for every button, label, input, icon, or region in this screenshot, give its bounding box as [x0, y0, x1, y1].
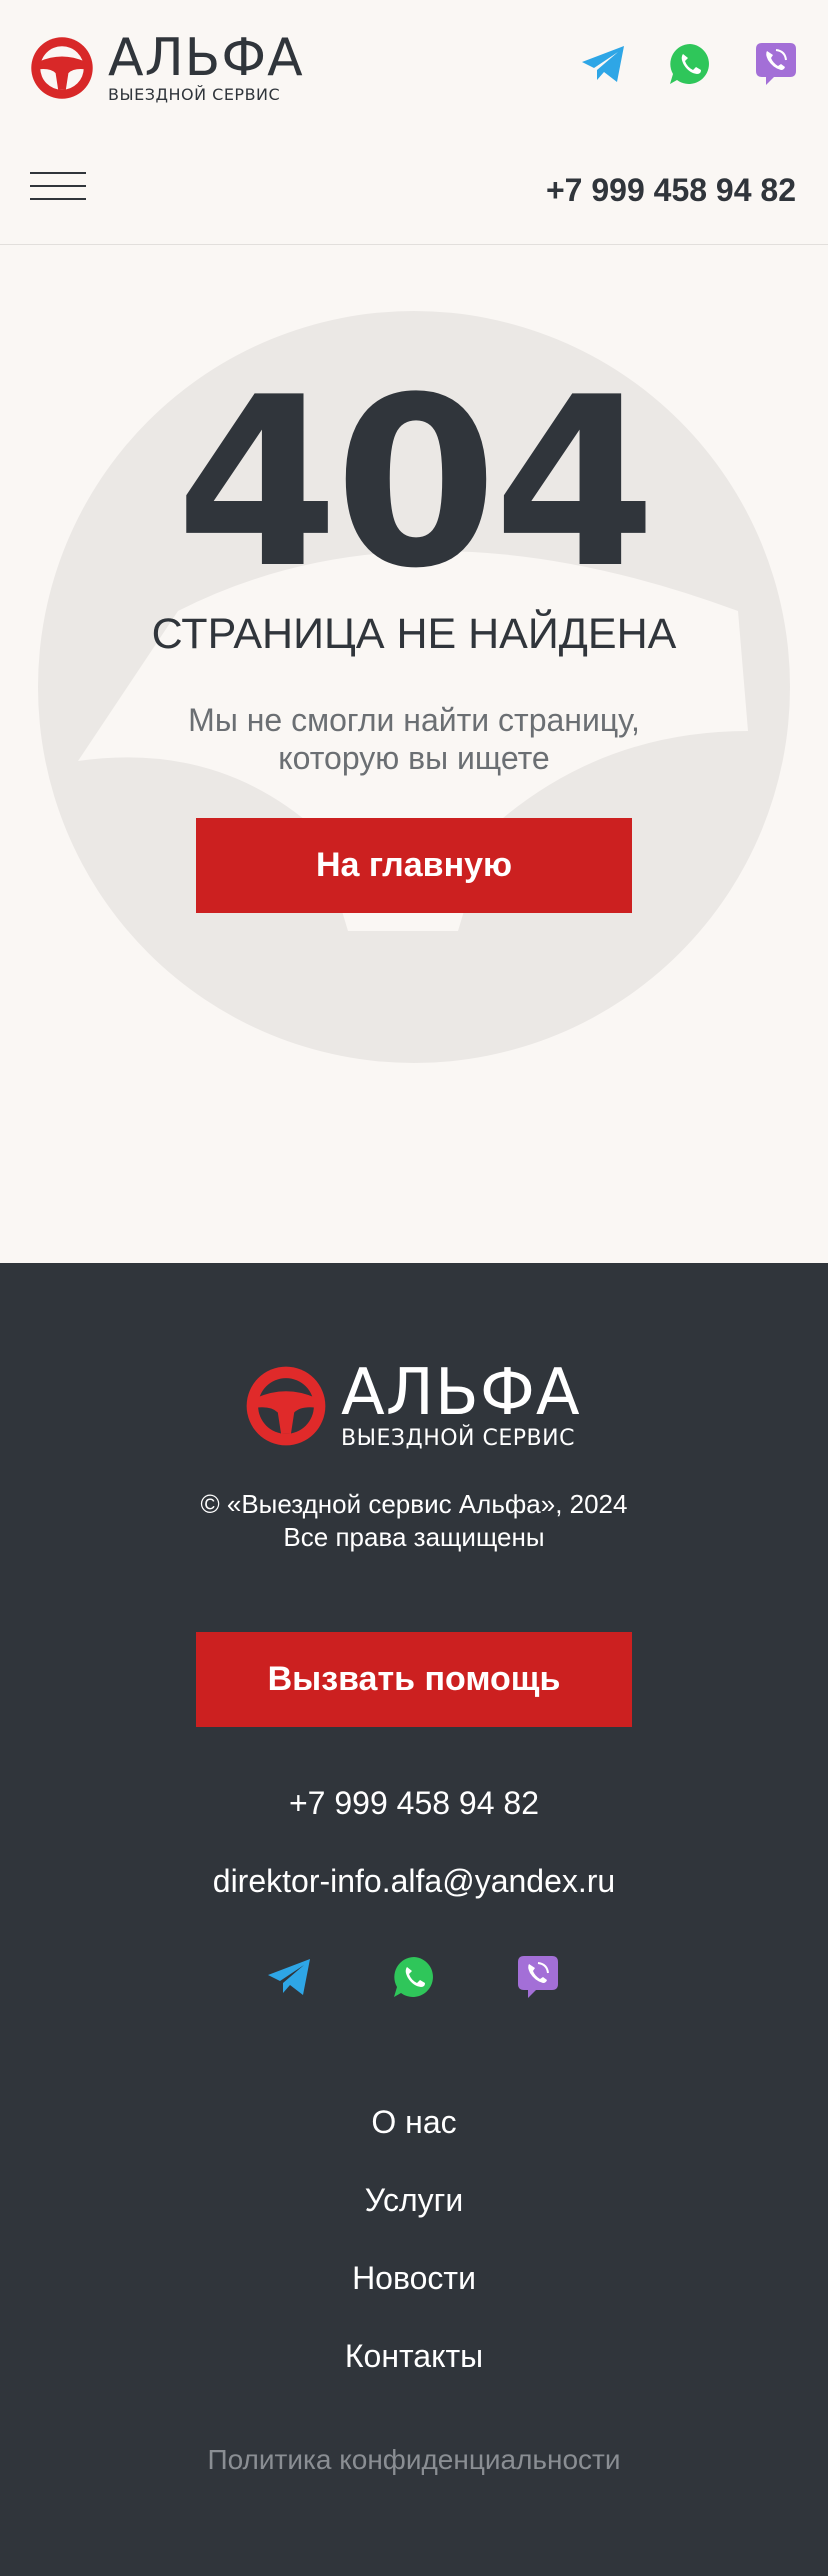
- copyright-line: Все права защищены: [283, 1522, 545, 1552]
- header-phone[interactable]: +7 999 458 94 82: [546, 172, 796, 209]
- error-message: Мы не смогли найти страницу, которую вы …: [0, 701, 828, 777]
- call-help-button[interactable]: Вызвать помощь: [196, 1632, 632, 1727]
- error-code: 404: [175, 348, 656, 620]
- menu-button[interactable]: [30, 172, 86, 204]
- error-message-line: Мы не смогли найти страницу,: [188, 702, 640, 738]
- error-section: 404 СТРАНИЦА НЕ НАЙДЕНА Мы не смогли най…: [0, 245, 828, 1263]
- copyright-line: © «Выездной сервис Альфа», 2024: [200, 1489, 628, 1519]
- whatsapp-icon[interactable]: [390, 1953, 438, 2001]
- telegram-icon[interactable]: [580, 40, 628, 88]
- logo[interactable]: АЛЬФА ВЫЕЗДНОЙ СЕРВИС: [30, 32, 304, 104]
- steering-wheel-icon: [246, 1366, 326, 1446]
- nav-item-about[interactable]: О нас: [0, 2083, 828, 2161]
- privacy-policy-link[interactable]: Политика конфиденциальности: [0, 2444, 828, 2476]
- home-button[interactable]: На главную: [196, 818, 632, 913]
- nav-item-services[interactable]: Услуги: [0, 2161, 828, 2239]
- footer-socials: [0, 1953, 828, 2001]
- viber-icon[interactable]: [514, 1953, 562, 2001]
- site-header: АЛЬФА ВЫЕЗДНОЙ СЕРВИС +7 999 458 94 82: [0, 0, 828, 245]
- header-socials: [580, 40, 800, 88]
- whatsapp-icon[interactable]: [666, 40, 714, 88]
- steering-wheel-icon: [31, 37, 93, 99]
- footer-logo-subtitle: ВЫЕЗДНОЙ СЕРВИС: [341, 1426, 575, 1451]
- copyright: © «Выездной сервис Альфа», 2024 Все прав…: [0, 1488, 828, 1554]
- telegram-icon[interactable]: [266, 1953, 314, 2001]
- burger-line: [30, 172, 86, 174]
- footer-logo-name: АЛЬФА: [341, 1356, 581, 1430]
- logo-name: АЛЬФА: [108, 28, 304, 88]
- error-message-line: которую вы ищете: [278, 740, 550, 776]
- footer-logo[interactable]: АЛЬФА ВЫЕЗДНОЙ СЕРВИС: [245, 1361, 581, 1451]
- viber-icon[interactable]: [752, 40, 800, 88]
- footer-phone[interactable]: +7 999 458 94 82: [0, 1785, 828, 1822]
- logo-subtitle: ВЫЕЗДНОЙ СЕРВИС: [108, 85, 281, 104]
- site-footer: АЛЬФА ВЫЕЗДНОЙ СЕРВИС © «Выездной сервис…: [0, 1263, 828, 2576]
- error-title: СТРАНИЦА НЕ НАЙДЕНА: [151, 610, 677, 658]
- nav-item-news[interactable]: Новости: [0, 2239, 828, 2317]
- footer-email[interactable]: direktor-info.alfa@yandex.ru: [0, 1863, 828, 1900]
- footer-nav: О нас Услуги Новости Контакты: [0, 2083, 828, 2395]
- burger-line: [30, 185, 86, 187]
- nav-item-contacts[interactable]: Контакты: [0, 2317, 828, 2395]
- burger-line: [30, 198, 86, 200]
